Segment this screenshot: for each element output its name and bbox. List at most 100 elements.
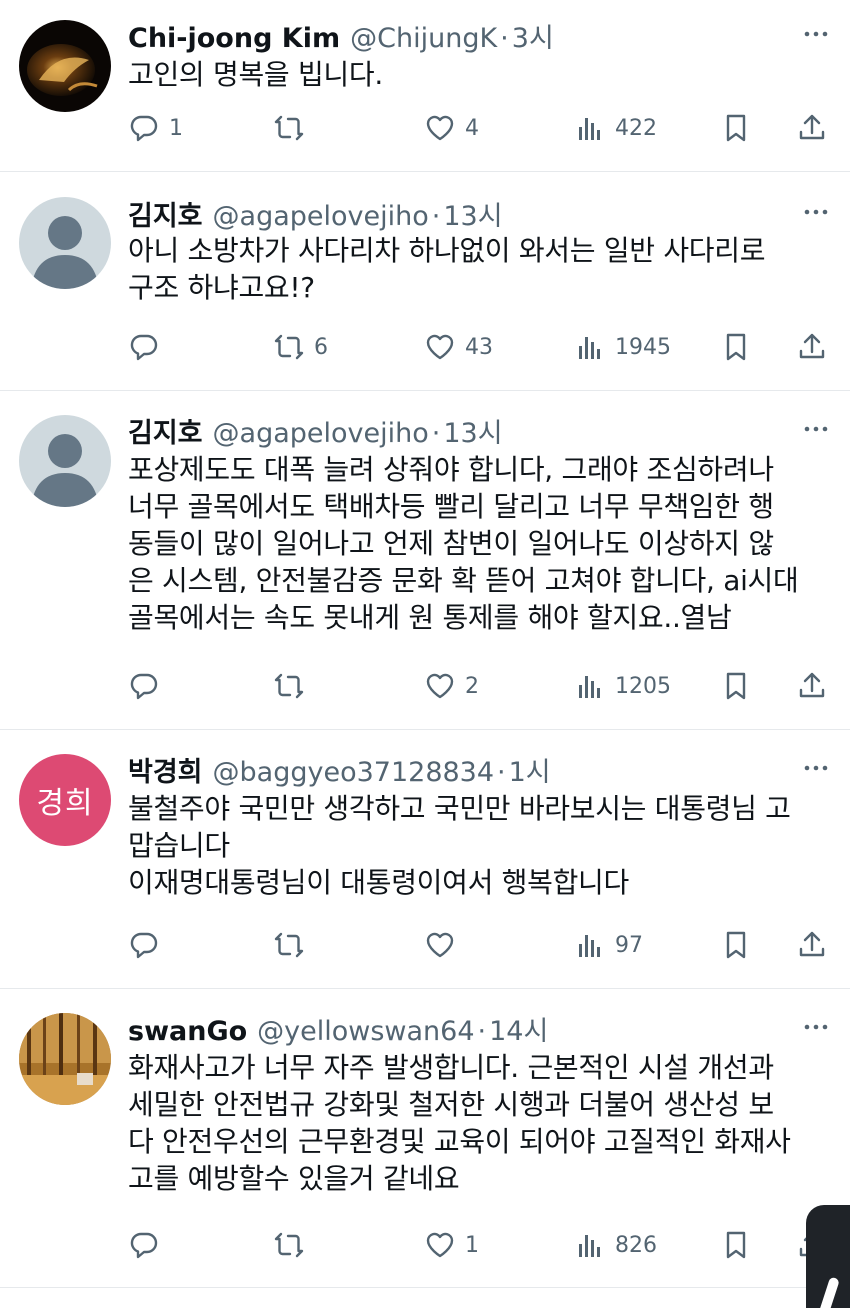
more-icon[interactable] [802, 20, 830, 48]
author-handle[interactable]: @ChijungK [350, 23, 497, 54]
reply-button[interactable]: 1 [128, 108, 183, 148]
heart-icon [424, 1229, 456, 1261]
share-button[interactable] [796, 327, 828, 367]
bookmark-button[interactable] [720, 1225, 752, 1265]
author-name[interactable]: Chi-joong Kim [128, 23, 340, 54]
like-button[interactable]: 2 [424, 666, 479, 706]
reply-tweet[interactable]: swanGo @yellowswan64 · 14시 화재사고가 너무 자주 발… [0, 989, 850, 1288]
avatar[interactable] [19, 197, 111, 289]
bookmark-button[interactable] [720, 666, 752, 706]
views-button[interactable]: 1945 [574, 327, 671, 367]
tweet-text: 아니 소방차가 사다리차 하나없이 와서는 일반 사다리로 구조 하냐고요!? [128, 234, 766, 304]
bookmark-icon [720, 1229, 752, 1261]
reply-tweet[interactable]: 경희 박경희 @baggyeo37128834 · 1시 불철주야 국민만 생각… [0, 730, 850, 989]
views-button[interactable]: 1205 [574, 666, 671, 706]
tweet-text: 불철주야 국민만 생각하고 국민만 바라보시는 대통령님 고 맙습니다 이재명대… [128, 792, 791, 899]
share-button[interactable] [796, 666, 828, 706]
more-icon[interactable] [802, 754, 830, 782]
timestamp[interactable]: 13시 [443, 194, 502, 233]
reply-tweet[interactable]: 김지호 @agapelovejiho · 13시 아니 소방차가 사다리차 하나… [0, 172, 850, 391]
heart-icon [424, 670, 456, 702]
bookmark-button[interactable] [720, 108, 752, 148]
separator-dot: · [431, 201, 441, 232]
like-button[interactable]: 1 [424, 1225, 479, 1265]
like-count: 4 [465, 115, 479, 141]
share-button[interactable] [796, 108, 828, 148]
avatar[interactable] [19, 1013, 111, 1105]
timestamp[interactable]: 1시 [509, 750, 551, 789]
retweet-button[interactable] [273, 666, 314, 706]
more-icon[interactable] [802, 1013, 830, 1041]
timestamp[interactable]: 3시 [512, 16, 554, 55]
views-count: 1945 [615, 334, 671, 360]
share-button[interactable] [796, 925, 828, 965]
author-name[interactable]: swanGo [128, 1016, 247, 1047]
views-icon [574, 1229, 606, 1261]
views-icon [574, 670, 606, 702]
bookmark-button[interactable] [720, 327, 752, 367]
reply-icon [128, 670, 160, 702]
views-icon [574, 112, 606, 144]
like-button[interactable]: 4 [424, 108, 479, 148]
separator-dot: · [497, 757, 506, 788]
more-icon[interactable] [802, 415, 830, 443]
bookmark-icon [720, 670, 752, 702]
avatar[interactable] [19, 20, 111, 112]
heart-icon [424, 112, 456, 144]
author-handle[interactable]: @baggyeo37128834 [213, 757, 495, 788]
retweet-count: 6 [314, 334, 328, 360]
share-icon [796, 929, 828, 961]
author-name[interactable]: 박경희 [128, 750, 203, 789]
reply-tweet[interactable]: 김지호 @agapelovejiho · 13시 포상제도도 대폭 늘려 상줘야… [0, 391, 850, 730]
timestamp[interactable]: 14시 [489, 1009, 548, 1048]
tweet-text: 고인의 명복을 빕니다. [128, 58, 383, 91]
author-name[interactable]: 김지호 [128, 194, 203, 233]
like-button[interactable] [424, 925, 465, 965]
like-button[interactable]: 43 [424, 327, 493, 367]
reply-icon [128, 929, 160, 961]
reply-feed: Chi-joong Kim @ChijungK · 3시 고인의 명복을 빕니다… [0, 0, 850, 1308]
bookmark-icon [720, 929, 752, 961]
reply-button[interactable] [128, 327, 169, 367]
views-button[interactable]: 422 [574, 108, 657, 148]
author-handle[interactable]: @yellowswan64 [257, 1016, 474, 1047]
retweet-icon [273, 112, 305, 144]
retweet-button[interactable] [273, 108, 314, 148]
views-button[interactable]: 97 [574, 925, 643, 965]
views-button[interactable]: 826 [574, 1225, 657, 1265]
retweet-button[interactable] [273, 1225, 314, 1265]
author-name[interactable]: 김지호 [128, 411, 203, 450]
avatar[interactable] [19, 415, 111, 507]
action-bar: 1 826 [128, 1225, 838, 1265]
tweet-text: 화재사고가 너무 자주 발생합니다. 근본적인 시설 개선과 세밀한 안전법규 … [128, 1051, 791, 1195]
retweet-button[interactable] [273, 925, 314, 965]
bookmark-icon [720, 331, 752, 363]
tweet-text: 포상제도도 대폭 늘려 상줘야 합니다, 그래야 조심하려나 너무 골목에서도 … [128, 453, 799, 634]
timestamp[interactable]: 13시 [443, 411, 502, 450]
retweet-button[interactable]: 6 [273, 327, 328, 367]
author-handle[interactable]: @agapelovejiho [213, 418, 429, 449]
action-bar: 97 [128, 925, 838, 965]
like-count: 1 [465, 1232, 479, 1258]
share-icon [796, 112, 828, 144]
retweet-icon [273, 1229, 305, 1261]
heart-icon [424, 331, 456, 363]
action-bar: 6 43 1945 [128, 327, 838, 367]
reply-icon [128, 112, 160, 144]
bookmark-button[interactable] [720, 925, 752, 965]
reply-tweet[interactable]: Chi-joong Kim @ChijungK · 3시 고인의 명복을 빕니다… [0, 0, 850, 172]
retweet-icon [273, 929, 305, 961]
share-icon [796, 331, 828, 363]
reply-button[interactable] [128, 1225, 169, 1265]
author-handle[interactable]: @agapelovejiho [213, 201, 429, 232]
separator-dot: · [477, 1016, 487, 1047]
more-icon[interactable] [802, 198, 830, 226]
avatar[interactable]: 경희 [19, 754, 111, 846]
action-bar: 2 1205 [128, 666, 838, 706]
reply-button[interactable] [128, 925, 169, 965]
views-count: 422 [615, 115, 657, 141]
reply-button[interactable] [128, 666, 169, 706]
scroll-handle-grip[interactable] [818, 1276, 840, 1308]
scroll-handle[interactable] [806, 1205, 850, 1308]
reply-icon [128, 331, 160, 363]
